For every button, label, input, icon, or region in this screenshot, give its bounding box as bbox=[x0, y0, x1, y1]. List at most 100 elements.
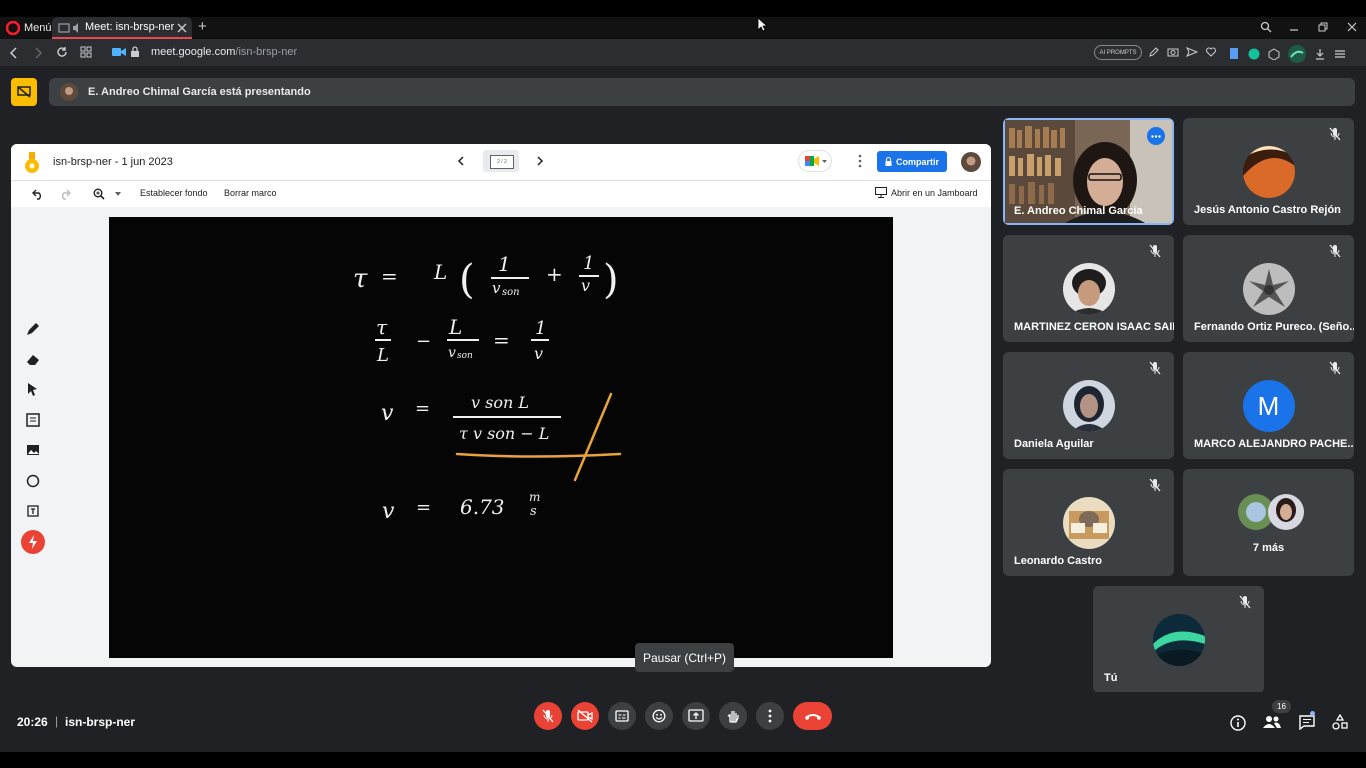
jamboard-title[interactable]: isn-brsp-ner - 1 jun 2023 bbox=[53, 156, 173, 168]
reload-icon[interactable] bbox=[56, 46, 68, 58]
tab-meet[interactable]: Meet: isn-brsp-ner bbox=[52, 17, 192, 39]
math-line2-frac2-bar bbox=[447, 339, 479, 341]
next-frame-icon[interactable] bbox=[536, 156, 544, 166]
share-button[interactable]: Compartir bbox=[877, 151, 947, 172]
share-label: Compartir bbox=[895, 156, 939, 167]
captions-icon bbox=[615, 710, 629, 722]
minimize-icon[interactable] bbox=[1288, 21, 1300, 33]
participant-name: Tú bbox=[1104, 672, 1118, 684]
participant-tile[interactable]: M MARCO ALEJANDRO PACHE... bbox=[1183, 352, 1354, 459]
shape-tool-icon[interactable] bbox=[25, 473, 41, 489]
mic-off-icon bbox=[1239, 595, 1251, 609]
prev-frame-icon[interactable] bbox=[457, 156, 465, 166]
back-icon[interactable] bbox=[9, 47, 19, 59]
info-separator: | bbox=[55, 714, 59, 728]
jamboard-toolbar: Establecer fondo Borrar marco Abrir en u… bbox=[11, 181, 991, 207]
math-line1-L: L bbox=[433, 260, 447, 284]
open-in-icon bbox=[875, 187, 887, 198]
eraser-tool-icon[interactable] bbox=[25, 351, 41, 367]
tile-more-button[interactable] bbox=[1147, 127, 1165, 145]
forward-icon[interactable] bbox=[33, 47, 43, 59]
participant-tile[interactable]: MARTINEZ CERON ISAAC SAID bbox=[1003, 235, 1174, 342]
redo-icon[interactable] bbox=[59, 188, 71, 200]
lock-icon bbox=[885, 157, 892, 166]
laser-tool-button[interactable] bbox=[21, 530, 45, 554]
participant-tile-presenter[interactable]: E. Andreo Chimal García bbox=[1003, 118, 1174, 225]
math-line2-num3: 1 bbox=[535, 318, 546, 339]
undo-icon[interactable] bbox=[32, 188, 44, 200]
more-options-button[interactable] bbox=[756, 702, 784, 730]
camera-off-icon bbox=[577, 709, 593, 723]
open-in-jamboard-button[interactable]: Abrir en un Jamboard bbox=[875, 187, 978, 198]
cube-icon[interactable] bbox=[1268, 48, 1280, 60]
mic-off-icon bbox=[1329, 244, 1341, 258]
snapshot-icon[interactable] bbox=[1167, 46, 1179, 58]
reactions-button[interactable] bbox=[645, 702, 673, 730]
restore-icon[interactable] bbox=[1317, 21, 1329, 33]
send-icon[interactable] bbox=[1186, 46, 1198, 58]
math-line2-tau: τ bbox=[376, 315, 388, 339]
text-box-tool-icon[interactable] bbox=[25, 503, 41, 519]
edit-icon[interactable] bbox=[1148, 46, 1160, 58]
more-options-icon[interactable] bbox=[858, 154, 862, 168]
participant-tile[interactable]: Jesús Antonio Castro Rejón bbox=[1183, 118, 1354, 225]
camera-in-use-icon[interactable] bbox=[112, 47, 126, 57]
participant-tile[interactable]: Fernando Ortiz Pureco. (Seño... bbox=[1183, 235, 1354, 342]
set-background-button[interactable]: Establecer fondo bbox=[140, 188, 208, 198]
clear-frame-button[interactable]: Borrar marco bbox=[224, 188, 277, 198]
select-tool-icon[interactable] bbox=[25, 381, 41, 397]
math-line3-numerator: v son L bbox=[471, 393, 529, 412]
pen-tool-icon[interactable] bbox=[25, 321, 41, 337]
search-icon[interactable] bbox=[1260, 21, 1272, 33]
presentation-indicator-button[interactable] bbox=[11, 78, 37, 106]
participant-name: Daniela Aguilar bbox=[1014, 438, 1094, 450]
activities-icon[interactable] bbox=[1332, 714, 1348, 730]
self-tile[interactable]: Tú bbox=[1093, 586, 1264, 693]
account-avatar[interactable] bbox=[961, 152, 981, 172]
meet-call-button[interactable] bbox=[799, 151, 831, 171]
browser-menu-button[interactable]: Menú bbox=[6, 21, 52, 35]
close-window-icon[interactable] bbox=[1346, 21, 1358, 33]
lock-icon[interactable] bbox=[130, 46, 140, 58]
jamboard-frame-canvas[interactable]: τ = L ( 1 v son + 1 v ) τ L − L v son = … bbox=[109, 217, 893, 658]
grammarly-icon[interactable] bbox=[1248, 48, 1260, 60]
participant-avatar bbox=[1242, 146, 1295, 198]
zoom-icon[interactable] bbox=[93, 188, 105, 200]
toggle-mic-button[interactable] bbox=[534, 702, 562, 730]
image-tool-icon[interactable] bbox=[25, 442, 41, 458]
tab-close-icon[interactable] bbox=[177, 23, 187, 33]
chat-icon[interactable] bbox=[1299, 715, 1315, 730]
opera-logo-icon bbox=[6, 21, 20, 35]
profile-avatar-icon[interactable] bbox=[1288, 45, 1306, 63]
leave-call-button[interactable] bbox=[793, 702, 832, 730]
sticky-note-tool-icon[interactable] bbox=[25, 412, 41, 428]
presenting-banner: E. Andreo Chimal García está presentando bbox=[49, 78, 1355, 106]
toggle-camera-button[interactable] bbox=[571, 702, 599, 730]
meeting-details-icon[interactable] bbox=[1230, 715, 1246, 731]
new-tab-button[interactable]: + bbox=[198, 18, 207, 35]
more-participants-tile[interactable]: 7 más bbox=[1183, 469, 1354, 576]
participant-tile[interactable]: Daniela Aguilar bbox=[1003, 352, 1174, 459]
ai-prompts-button[interactable]: AI PROMPTS bbox=[1094, 45, 1142, 60]
math-line4-eq: = bbox=[416, 497, 431, 518]
easy-setup-icon[interactable] bbox=[1334, 48, 1346, 60]
jamboard-header: isn-brsp-ner - 1 jun 2023 2 / 2 Comparti… bbox=[11, 144, 991, 181]
people-icon[interactable] bbox=[1263, 715, 1281, 729]
mic-off-icon bbox=[1149, 478, 1161, 492]
speed-dial-icon[interactable] bbox=[80, 46, 92, 58]
math-line2-num1: L bbox=[448, 315, 462, 339]
heart-icon[interactable] bbox=[1205, 46, 1217, 58]
captions-button[interactable] bbox=[608, 702, 636, 730]
bookmark-ext-icon[interactable] bbox=[1228, 47, 1240, 61]
participant-name: MARTINEZ CERON ISAAC SAID bbox=[1014, 321, 1174, 333]
participant-tile[interactable]: Leonardo Castro bbox=[1003, 469, 1174, 576]
zoom-caret-icon[interactable] bbox=[115, 192, 121, 196]
frame-counter: 2 / 2 bbox=[490, 155, 514, 169]
raise-hand-button[interactable] bbox=[719, 702, 747, 730]
participant-avatar bbox=[1062, 497, 1115, 549]
url-field[interactable]: meet.google.com/isn-brsp-ner bbox=[151, 46, 297, 58]
frame-bar-button[interactable]: 2 / 2 bbox=[483, 150, 519, 172]
present-screen-button[interactable] bbox=[682, 702, 710, 730]
math-line4-unit-m: m bbox=[529, 490, 540, 504]
download-icon[interactable] bbox=[1314, 48, 1326, 60]
